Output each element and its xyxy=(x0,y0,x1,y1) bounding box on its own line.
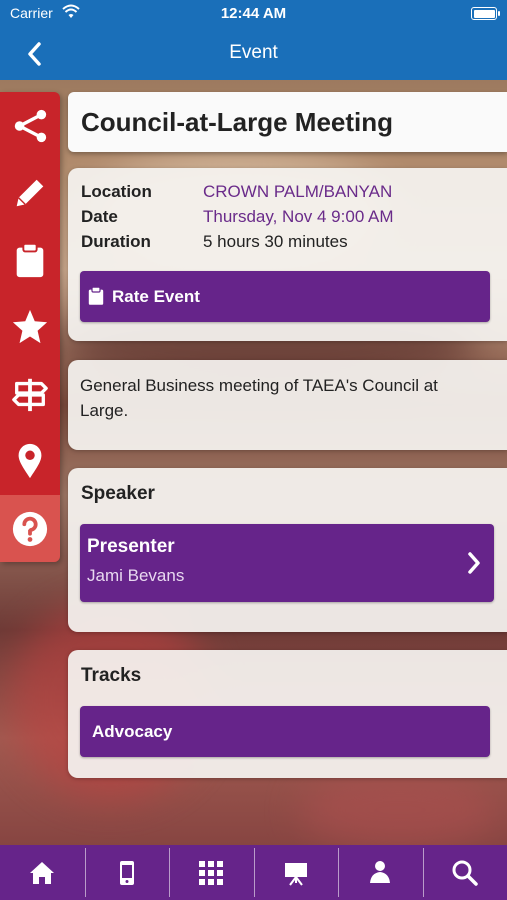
duration-label: Duration xyxy=(81,232,151,251)
clock: 12:44 AM xyxy=(220,5,287,22)
clipboard-icon xyxy=(16,242,44,277)
tab-people[interactable] xyxy=(338,845,423,900)
map-pin-icon xyxy=(18,443,42,478)
help-button[interactable] xyxy=(0,495,60,562)
share-button[interactable] xyxy=(0,92,60,159)
speaker-name: Jami Bevans xyxy=(87,566,185,585)
share-icon xyxy=(14,109,47,142)
bottom-tab-bar xyxy=(0,845,507,900)
date-link[interactable]: Thursday, Nov 4 9:00 AM xyxy=(203,207,394,227)
tracks-card: Tracks Advocacy xyxy=(68,650,507,778)
nav-bar: Event xyxy=(0,28,507,80)
grid-icon xyxy=(199,860,224,885)
location-link[interactable]: CROWN PALM/BANYAN xyxy=(203,182,392,202)
tab-grid[interactable] xyxy=(169,845,254,900)
track-item[interactable]: Advocacy xyxy=(80,706,490,757)
tab-home[interactable] xyxy=(0,845,85,900)
duration-value: 5 hours 30 minutes xyxy=(203,232,348,251)
nav-title: Event xyxy=(229,42,278,63)
star-icon xyxy=(12,309,48,343)
survey-button[interactable] xyxy=(0,226,60,293)
directions-button[interactable] xyxy=(0,360,60,427)
status-bar: Carrier 12:44 AM xyxy=(0,0,507,28)
presentation-icon xyxy=(284,862,307,886)
description-card: General Business meeting of TAEA's Counc… xyxy=(68,360,507,450)
tracks-heading: Tracks xyxy=(81,665,142,686)
tab-mobile[interactable] xyxy=(84,845,170,900)
chevron-right-icon xyxy=(468,552,480,574)
location-label: Location xyxy=(81,182,152,201)
tab-search[interactable] xyxy=(422,845,507,900)
signpost-icon xyxy=(12,378,48,411)
action-sidebar xyxy=(0,92,60,562)
rate-event-button[interactable]: Rate Event xyxy=(80,271,490,322)
speaker-item[interactable]: Presenter Jami Bevans xyxy=(80,524,494,602)
track-label: Advocacy xyxy=(92,722,173,741)
event-title: Council-at-Large Meeting xyxy=(81,107,394,137)
mobile-icon xyxy=(119,860,134,885)
person-icon xyxy=(370,860,391,883)
search-icon xyxy=(452,860,478,886)
home-icon xyxy=(30,861,55,884)
event-title-card: Council-at-Large Meeting xyxy=(68,92,507,152)
map-button[interactable] xyxy=(0,427,60,494)
notes-button[interactable] xyxy=(0,159,60,226)
battery-icon xyxy=(471,7,500,20)
speaker-role: Presenter xyxy=(87,536,175,557)
event-details-card: Location CROWN PALM/BANYAN Date Thursday… xyxy=(68,168,507,341)
background-blur xyxy=(300,770,500,850)
date-label: Date xyxy=(81,207,118,226)
rate-event-label: Rate Event xyxy=(112,287,200,306)
favorite-button[interactable] xyxy=(0,293,60,360)
speaker-heading: Speaker xyxy=(81,483,155,504)
event-description: General Business meeting of TAEA's Counc… xyxy=(80,376,438,420)
tab-presentation[interactable] xyxy=(253,845,339,900)
help-icon xyxy=(12,511,48,546)
speaker-card: Speaker Presenter Jami Bevans xyxy=(68,468,507,632)
clipboard-icon xyxy=(88,286,104,305)
pencil-icon xyxy=(16,179,44,206)
